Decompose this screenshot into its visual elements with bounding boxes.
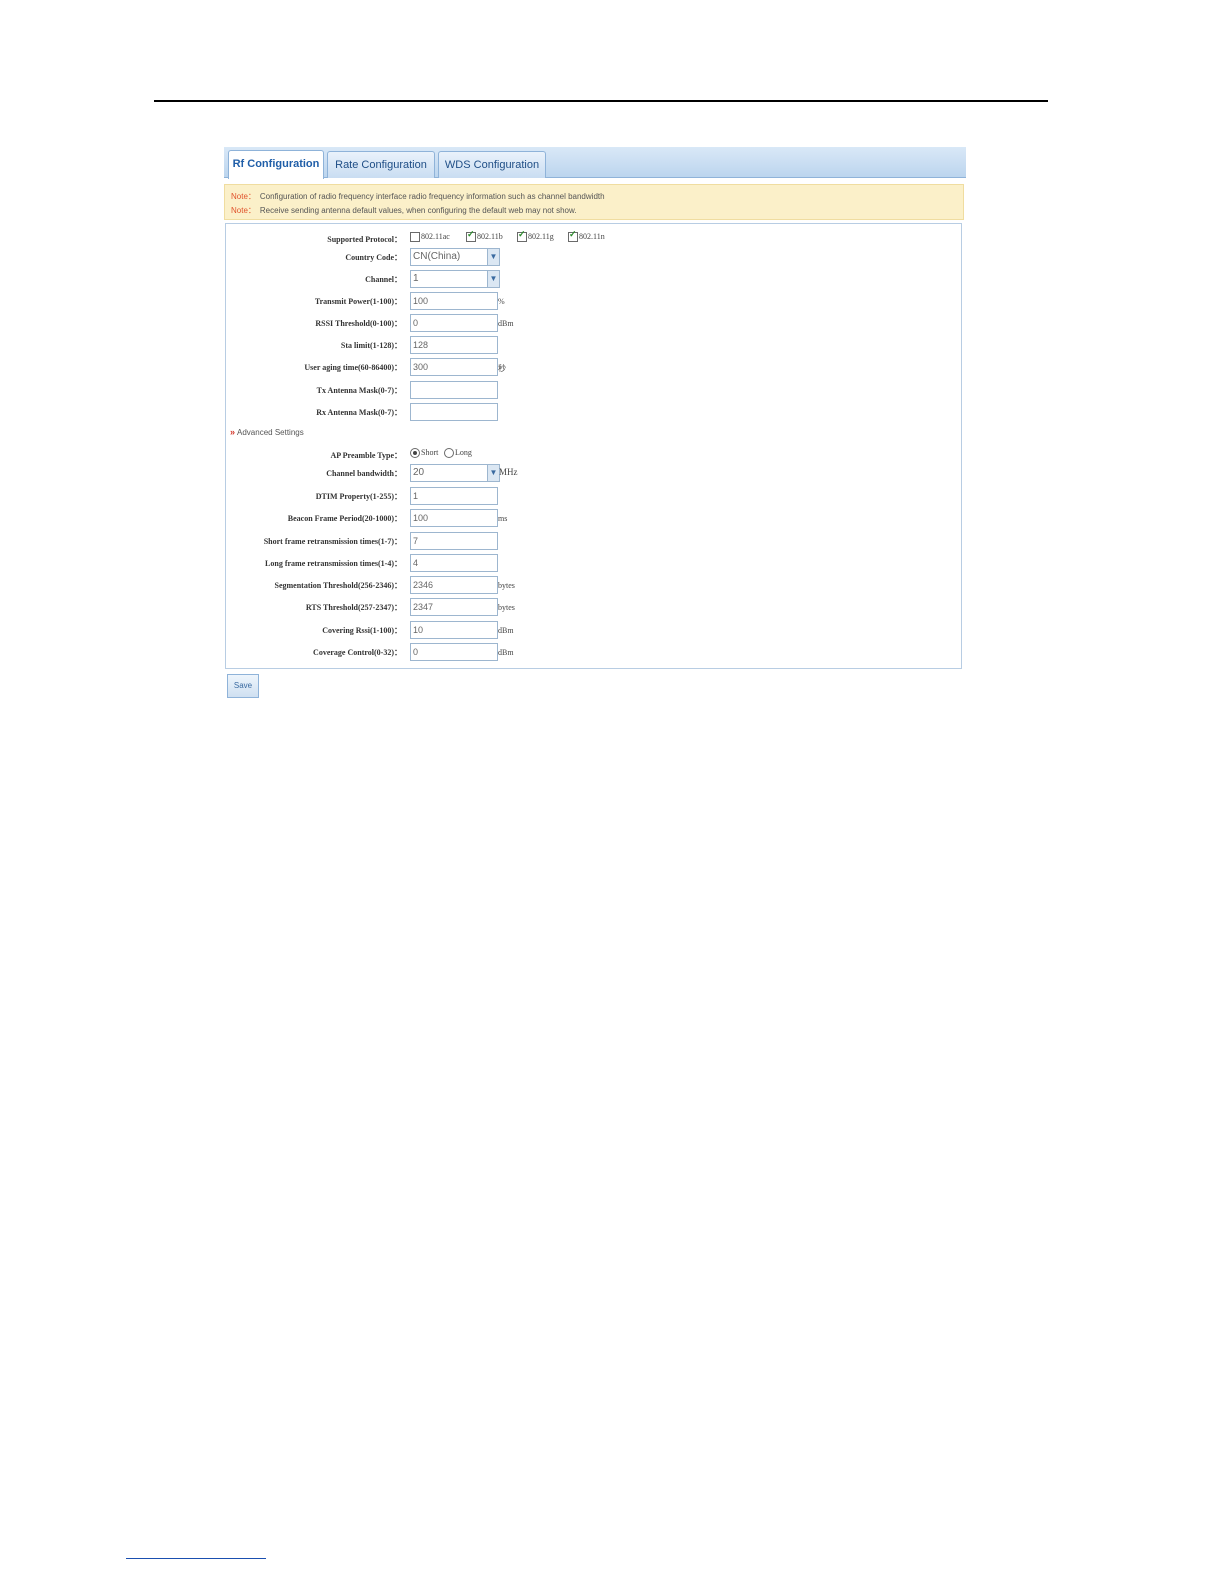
user-aging-row: User aging time(60-86400)： 300 秒 [226,358,966,378]
channel-bandwidth-label: Channel bandwidth： [326,469,402,478]
note-tag: Note： [231,206,256,215]
user-aging-unit: 秒 [498,364,506,373]
tx-antenna-mask-label: Tx Antenna Mask(0-7)： [316,386,402,395]
double-chevron-down-icon: » [230,427,236,437]
advanced-settings-label: Advanced Settings [237,428,304,437]
rts-threshold-label: RTS Threshold(257-2347)： [305,603,402,612]
checkbox-checked-icon [466,229,476,243]
rx-antenna-mask-label: Rx Antenna Mask(0-7)： [316,408,402,417]
protocol-80211b-checkbox[interactable]: 802.11b [466,229,503,243]
note-line: Note： Configuration of radio frequency in… [231,191,605,202]
supported-protocol-label: Supported Protocol： [327,235,402,244]
tab-wds-configuration[interactable]: WDS Configuration [438,151,546,178]
long-retry-label: Long frame retransmission times(1-4)： [265,559,402,568]
settings-panel: Supported Protocol： 802.11ac 802.11b 802… [225,223,962,669]
supported-protocol-row: Supported Protocol： 802.11ac 802.11b 802… [226,229,966,250]
tab-bar: Rf Configuration Rate Configuration WDS … [224,147,966,179]
radio-selected-icon [410,448,420,459]
protocol-80211ac-checkbox[interactable]: 802.11ac [410,232,450,243]
rts-threshold-row: RTS Threshold(257-2347)： 2347 bytes [226,598,966,618]
channel-row: Channel： 1 ▼ [226,270,966,290]
preamble-long-radio[interactable]: Long [444,448,472,459]
country-code-select[interactable]: CN(China) ▼ [410,248,500,266]
notes-box: Note： Configuration of radio frequency in… [224,184,964,220]
note-tag: Note： [231,192,256,201]
rx-antenna-mask-row: Rx Antenna Mask(0-7)： [226,403,966,423]
channel-bandwidth-row: Channel bandwidth： 20 ▼ MHz [226,464,966,484]
covering-rssi-row: Covering Rssi(1-100)： 10 dBm [226,621,966,641]
rx-antenna-mask-input[interactable] [410,403,498,421]
transmit-power-label: Transmit Power(1-100)： [314,297,402,306]
chevron-down-icon: ▼ [487,465,499,481]
short-retry-row: Short frame retransmission times(1-7)： 7 [226,532,966,552]
beacon-period-input[interactable]: 100 [410,509,498,527]
sta-limit-label: Sta limit(1-128)： [340,341,402,350]
dtim-row: DTIM Property(1-255)： 1 [226,487,966,507]
covering-rssi-input[interactable]: 10 [410,621,498,639]
channel-bandwidth-select[interactable]: 20 ▼ [410,464,500,482]
segmentation-threshold-input[interactable]: 2346 [410,576,498,594]
channel-select[interactable]: 1 ▼ [410,270,500,288]
short-retry-label: Short frame retransmission times(1-7)： [263,537,402,546]
user-aging-label: User aging time(60-86400)： [304,363,402,372]
preamble-short-radio[interactable]: Short [410,448,438,459]
tab-rf-configuration[interactable]: Rf Configuration [228,150,324,179]
page-header-rule [154,100,1048,102]
checkbox-checked-icon [568,229,578,243]
transmit-power-unit: % [498,297,505,306]
rssi-threshold-input[interactable]: 0 [410,314,498,332]
radio-unselected-icon [444,448,454,459]
segmentation-threshold-row: Segmentation Threshold(256-2346)： 2346 b… [226,576,966,596]
note-text: Receive sending antenna default values, … [259,206,577,215]
user-aging-input[interactable]: 300 [410,358,498,376]
protocol-80211n-checkbox[interactable]: 802.11n [568,229,605,243]
country-code-label: Country Code： [345,253,402,262]
note-line: Note： Receive sending antenna default val… [231,205,577,216]
rf-config-screenshot: Rf Configuration Rate Configuration WDS … [224,147,966,712]
dtim-label: DTIM Property(1-255)： [315,492,402,501]
long-retry-row: Long frame retransmission times(1-4)： 4 [226,554,966,574]
segmentation-threshold-unit: bytes [498,581,515,590]
chevron-down-icon: ▼ [487,271,499,287]
save-button[interactable]: Save [227,674,259,698]
chevron-down-icon: ▼ [487,249,499,265]
channel-label: Channel： [365,275,402,284]
checkbox-checked-icon [517,229,527,243]
channel-bandwidth-unit: MHz [499,467,518,477]
coverage-control-label: Coverage Control(0-32)： [313,648,402,657]
sta-limit-input[interactable]: 128 [410,336,498,354]
covering-rssi-label: Covering Rssi(1-100)： [322,626,402,635]
advanced-settings-toggle[interactable]: » Advanced Settings [230,427,304,437]
transmit-power-input[interactable]: 100 [410,292,498,310]
beacon-period-label: Beacon Frame Period(20-1000)： [287,514,402,523]
long-retry-input[interactable]: 4 [410,554,498,572]
footer-link-underline [126,1558,266,1559]
note-text: Configuration of radio frequency interfa… [259,192,605,201]
ap-preamble-row: AP Preamble Type： Short Long [226,446,966,466]
ap-preamble-label: AP Preamble Type： [330,451,402,460]
coverage-control-row: Coverage Control(0-32)： 0 dBm [226,643,966,663]
coverage-control-unit: dBm [498,648,514,657]
covering-rssi-unit: dBm [498,626,514,635]
coverage-control-input[interactable]: 0 [410,643,498,661]
protocol-80211g-checkbox[interactable]: 802.11g [517,229,554,243]
beacon-period-unit: ms [498,514,508,523]
country-code-row: Country Code： CN(China) ▼ [226,248,966,268]
transmit-power-row: Transmit Power(1-100)： 100 % [226,292,966,312]
dtim-input[interactable]: 1 [410,487,498,505]
rssi-threshold-row: RSSI Threshold(0-100)： 0 dBm [226,314,966,334]
checkbox-unchecked-icon [410,232,420,243]
tx-antenna-mask-input[interactable] [410,381,498,399]
segmentation-threshold-label: Segmentation Threshold(256-2346)： [274,581,403,590]
rts-threshold-unit: bytes [498,603,515,612]
short-retry-input[interactable]: 7 [410,532,498,550]
tab-rate-configuration[interactable]: Rate Configuration [327,151,435,178]
beacon-period-row: Beacon Frame Period(20-1000)： 100 ms [226,509,966,529]
rssi-threshold-label: RSSI Threshold(0-100)： [315,319,402,328]
rts-threshold-input[interactable]: 2347 [410,598,498,616]
rssi-threshold-unit: dBm [498,319,514,328]
tx-antenna-mask-row: Tx Antenna Mask(0-7)： [226,381,966,401]
sta-limit-row: Sta limit(1-128)： 128 [226,336,966,356]
